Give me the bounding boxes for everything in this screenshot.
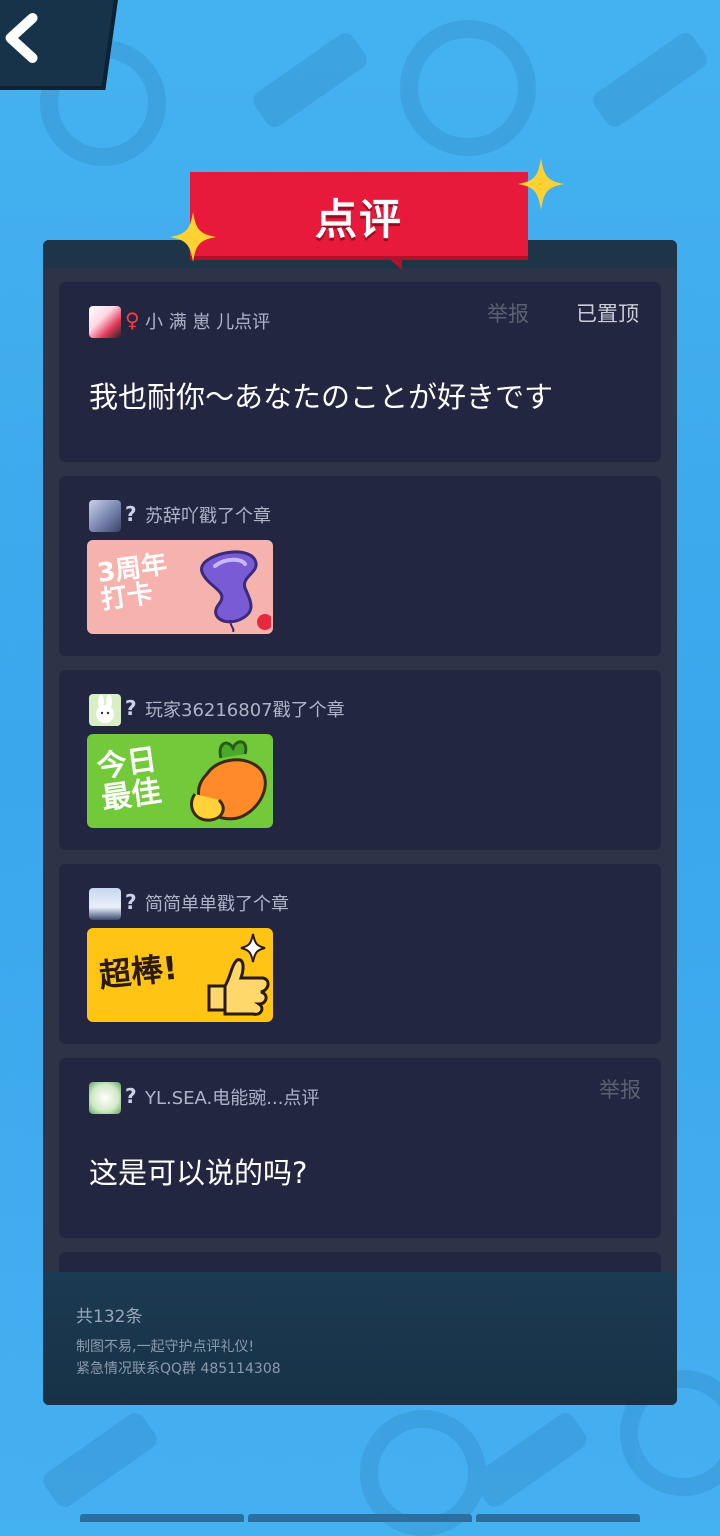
unknown-gender-icon: ?: [125, 1084, 137, 1108]
sparkle-star-icon: [170, 212, 216, 262]
stamp-sticker-label: 3周年 打卡: [95, 549, 169, 616]
carrot-icon: [190, 740, 267, 822]
bottom-tab[interactable]: [248, 1514, 472, 1522]
review-user-label: 简简单单戳了个章: [145, 894, 289, 915]
review-card[interactable]: ♀ 小 满 崽 儿点评 举报 已置顶 我也耐你〜あなたのことが好きです: [59, 282, 661, 462]
review-panel: ♀ 小 满 崽 儿点评 举报 已置顶 我也耐你〜あなたのことが好きです ? 苏辞…: [43, 240, 677, 1405]
gender-icon: ♀: [125, 308, 140, 332]
review-card[interactable]: ? 苏辞吖戳了个章 3周年 打卡: [59, 476, 661, 656]
stamp-sticker-label: 今日 最佳: [94, 742, 164, 817]
etiquette-notice: 制图不易,一起守护点评礼仪!: [76, 1339, 255, 1355]
title-banner: 点评: [190, 172, 528, 270]
contact-notice: 紧急情况联系QQ群 485114308: [76, 1361, 281, 1377]
report-button[interactable]: 举报: [487, 298, 529, 328]
review-count: 共132条: [76, 1307, 143, 1327]
stamp-sticker: 今日 最佳: [87, 734, 273, 828]
stamp-sticker: 超棒!: [87, 928, 273, 1022]
avatar[interactable]: [89, 500, 121, 532]
panel-footer: 共132条 制图不易,一起守护点评礼仪! 紧急情况联系QQ群 485114308: [43, 1272, 677, 1405]
stamp-sticker: 3周年 打卡: [87, 540, 273, 634]
review-user-label: 小 满 崽 儿点评: [145, 312, 271, 333]
bottom-tab[interactable]: [476, 1514, 640, 1522]
avatar[interactable]: [89, 306, 121, 338]
thumbs-up-icon: [207, 933, 270, 1016]
review-card[interactable]: ? YL.SEA.电能豌...点评 举报 这是可以说的吗?: [59, 1058, 661, 1238]
balloon-icon: [200, 550, 271, 632]
rabbit-icon: [96, 695, 114, 723]
sparkle-star-icon: [518, 158, 564, 210]
unknown-gender-icon: ?: [125, 502, 137, 526]
review-user-label: 苏辞吖戳了个章: [145, 506, 271, 527]
review-card[interactable]: ? 玩家36216807戳了个章 今日 最佳: [59, 670, 661, 850]
unknown-gender-icon: ?: [125, 890, 137, 914]
avatar[interactable]: [89, 888, 121, 920]
comment-text: 我也耐你〜あなたのことが好きです: [89, 380, 554, 414]
report-button[interactable]: 举报: [599, 1074, 641, 1104]
unknown-gender-icon: ?: [125, 696, 137, 720]
page-title: 点评: [314, 195, 403, 244]
bottom-tab[interactable]: [80, 1514, 244, 1522]
review-card[interactable]: ? 简简单单戳了个章 超棒!: [59, 864, 661, 1044]
avatar[interactable]: [89, 1082, 121, 1114]
pinned-badge: 已置顶: [576, 302, 639, 326]
avatar[interactable]: [89, 694, 121, 726]
review-user-label: 玩家36216807戳了个章: [145, 700, 345, 721]
back-button[interactable]: [0, 0, 119, 90]
comment-text: 这是可以说的吗?: [89, 1156, 308, 1190]
chevron-left-icon: [5, 13, 38, 63]
review-user-label: YL.SEA.电能豌...点评: [145, 1088, 320, 1109]
